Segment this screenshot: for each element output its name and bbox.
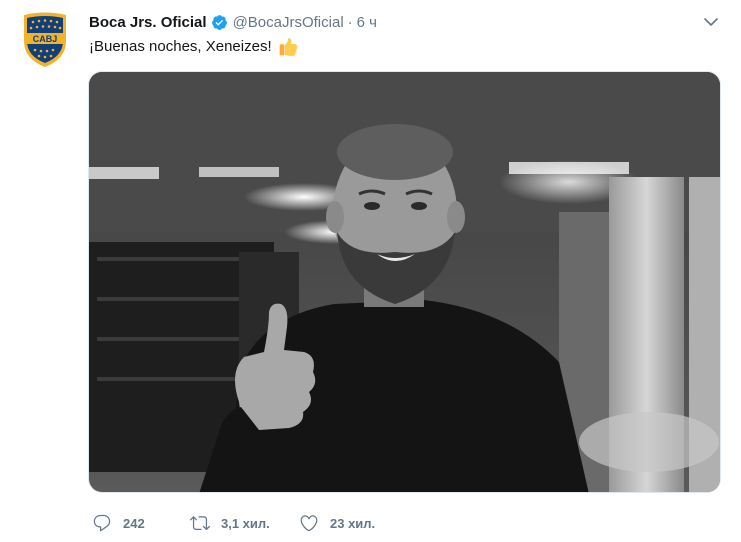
- separator-dot: ·: [347, 13, 353, 31]
- avatar-crest-text: CABJ: [33, 34, 58, 44]
- display-name[interactable]: Boca Jrs. Oficial: [89, 14, 207, 31]
- handle[interactable]: @BocaJrsOficial: [233, 14, 344, 31]
- avatar[interactable]: CABJ: [21, 11, 69, 69]
- like-count: 23 хил.: [330, 515, 376, 531]
- chevron-down-icon[interactable]: [703, 14, 719, 30]
- reply-button[interactable]: 242: [92, 513, 190, 533]
- reply-count: 242: [123, 515, 145, 531]
- tweet-text: ¡Buenas noches, Xeneizes!: [89, 37, 298, 57]
- heart-icon: [300, 515, 318, 532]
- thumbs-up-icon: [279, 38, 298, 56]
- tweet-actions: 242 3,1 хил. 23 хил.: [92, 512, 399, 534]
- verified-badge-icon: [211, 14, 227, 30]
- retweet-count: 3,1 хил.: [221, 515, 270, 531]
- tweet-media-photo[interactable]: [88, 71, 721, 493]
- photo-image: [89, 72, 720, 492]
- tweet-card: CABJ Boca Jrs. Oficial @BocaJrsOficial ·…: [0, 0, 741, 542]
- retweet-button[interactable]: 3,1 хил.: [190, 513, 299, 533]
- like-button[interactable]: 23 хил.: [299, 513, 399, 533]
- tweet-text-content: ¡Buenas noches, Xeneizes!: [89, 38, 272, 55]
- retweet-icon: [190, 516, 210, 531]
- timestamp[interactable]: 6 ч: [357, 14, 377, 31]
- tweet-header: Boca Jrs. Oficial @BocaJrsOficial · 6 ч: [89, 11, 377, 33]
- reply-icon: [93, 514, 111, 532]
